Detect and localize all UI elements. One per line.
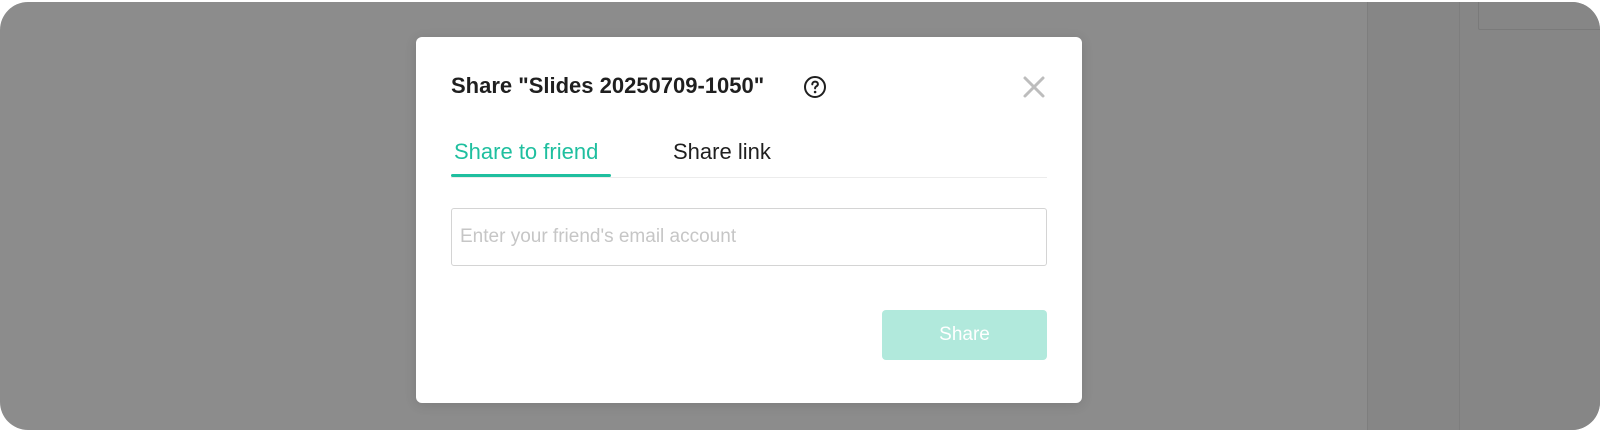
- share-tabs: Share to friend Share link: [451, 137, 1047, 178]
- tab-share-link[interactable]: Share link: [673, 139, 771, 165]
- close-icon[interactable]: [1020, 73, 1048, 101]
- active-tab-indicator: [451, 174, 611, 177]
- panel-divider: [1459, 2, 1460, 430]
- corner-panel-box: A: [1478, 2, 1600, 30]
- dialog-title: Share "Slides 20250709-1050": [451, 73, 765, 98]
- question-circle-icon[interactable]: [803, 75, 827, 99]
- share-button[interactable]: Share: [882, 310, 1047, 360]
- friend-email-input[interactable]: [451, 208, 1047, 266]
- share-dialog: Share "Slides 20250709-1050" Share to fr…: [416, 37, 1082, 403]
- right-side-panel: [1367, 2, 1600, 430]
- app-window-backdrop: A Share "Slides 20250709-1050" Share to …: [0, 2, 1600, 430]
- tab-share-to-friend[interactable]: Share to friend: [454, 139, 598, 165]
